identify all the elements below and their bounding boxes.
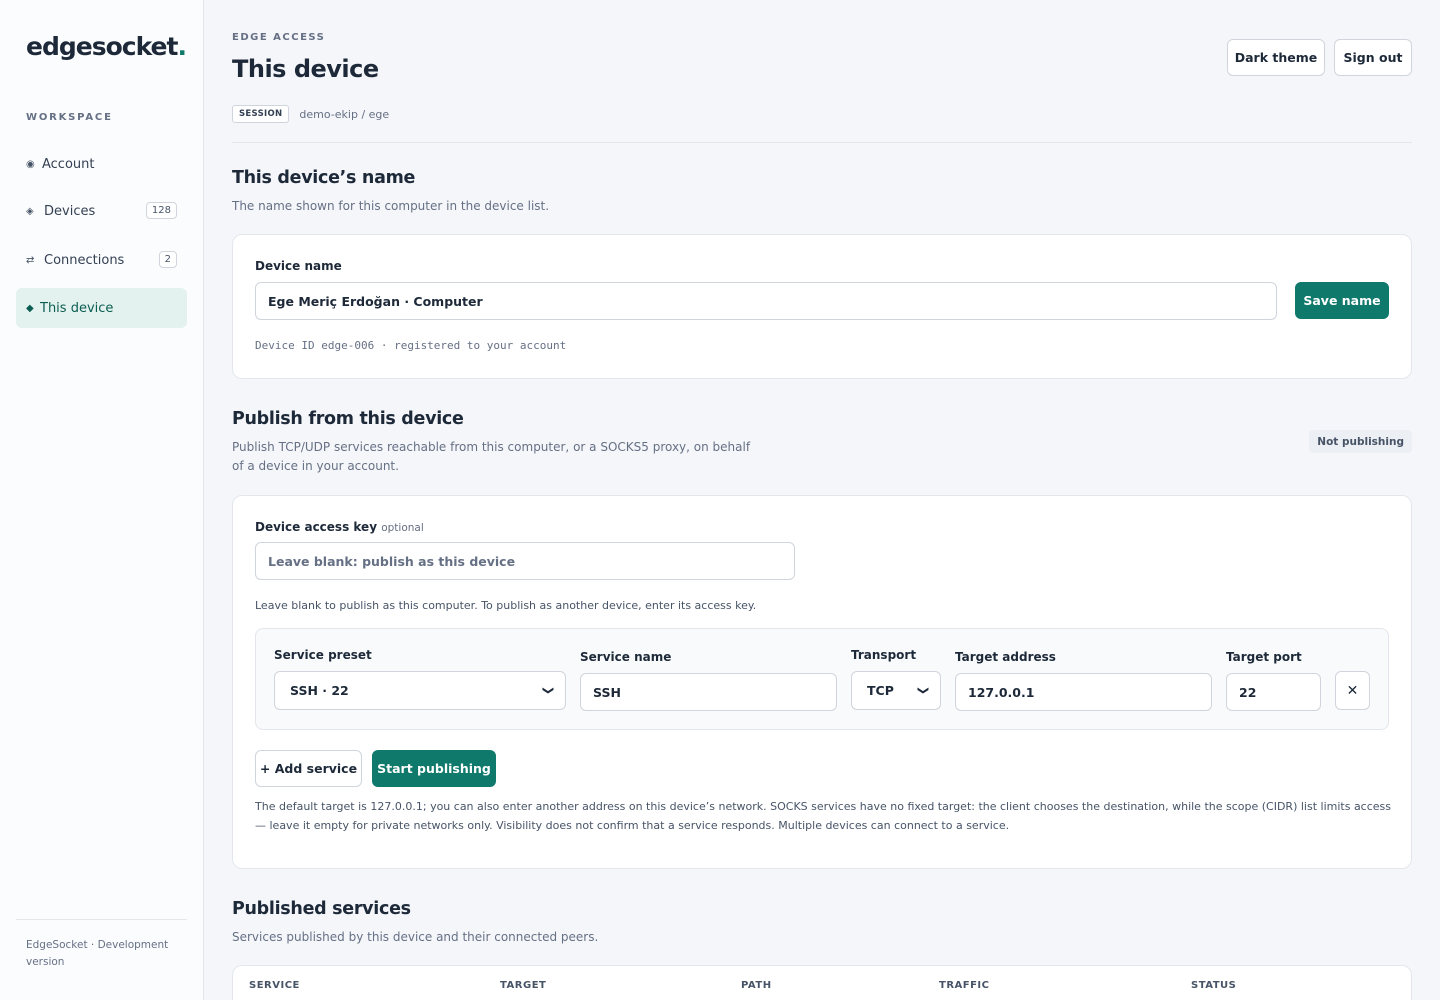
this-device-icon: ◆ xyxy=(26,302,34,314)
publish-card: Device access key optional Leave blank t… xyxy=(232,495,1412,869)
target-port-input[interactable] xyxy=(1226,673,1321,711)
device-name-input[interactable] xyxy=(255,282,1277,320)
start-publishing-button[interactable]: Start publishing xyxy=(372,750,496,787)
breadcrumb-eyebrow: EDGE ACCESS xyxy=(232,32,326,43)
service-preset-label: Service preset xyxy=(274,648,372,662)
target-address-input[interactable] xyxy=(955,673,1212,711)
sidebar-divider xyxy=(16,919,187,920)
publish-section-title: Publish from this device xyxy=(232,409,464,429)
chevron-down-icon: ❯ xyxy=(916,685,930,696)
column-header-path[interactable]: PATH xyxy=(741,980,772,991)
device-name-card: Device name Save name Device ID edge-006… xyxy=(232,234,1412,379)
publish-section-description: Publish TCP/UDP services reachable from … xyxy=(232,440,751,473)
header-divider xyxy=(232,142,1412,143)
page-title: This device xyxy=(232,55,379,83)
column-header-traffic[interactable]: TRAFFIC xyxy=(939,980,989,991)
account-icon: ◉ xyxy=(26,158,35,170)
column-header-service[interactable]: SERVICE xyxy=(249,980,300,991)
sidebar-item-label: Account xyxy=(42,156,95,172)
sidebar-item-this-device[interactable]: ◆ This device xyxy=(16,288,187,328)
device-name-section-title: This device’s name xyxy=(232,168,416,188)
sidebar-item-devices[interactable]: ◈ Devices 128 xyxy=(16,191,187,231)
publishing-status-badge: Not publishing xyxy=(1309,430,1412,453)
devices-count-badge: 128 xyxy=(145,202,177,219)
session-path: demo-ekip / ege xyxy=(299,107,390,121)
service-preset-select[interactable]: SSH · 22 ❯ xyxy=(274,671,566,710)
published-services-description: Services published by this device and th… xyxy=(232,930,599,944)
connections-icon: ⇄ xyxy=(26,254,35,266)
service-preset-value: SSH · 22 xyxy=(290,683,349,698)
device-name-label: Device name xyxy=(255,259,342,273)
remove-service-button[interactable]: ✕ xyxy=(1335,671,1370,710)
devices-icon: ◈ xyxy=(26,205,34,217)
sidebar-item-label: This device xyxy=(40,300,114,316)
transport-value: TCP xyxy=(867,683,894,698)
logo-dot: . xyxy=(177,32,186,61)
access-key-help: Leave blank to publish as this computer.… xyxy=(255,599,757,612)
column-header-status[interactable]: STATUS xyxy=(1191,980,1236,991)
sidebar-item-connections[interactable]: ⇄ Connections 2 xyxy=(16,240,187,280)
column-header-target[interactable]: TARGET xyxy=(500,980,546,991)
sidebar: edgesocket. WORKSPACE ◉ Account ◈ Device… xyxy=(0,0,204,1000)
workspace-label: WORKSPACE xyxy=(26,112,113,123)
device-id-note: Device ID edge-006 · registered to your … xyxy=(255,339,567,352)
sidebar-item-account[interactable]: ◉ Account xyxy=(16,144,187,184)
session-badge: SESSION xyxy=(232,105,290,123)
published-services-title: Published services xyxy=(232,899,411,919)
app-logo[interactable]: edgesocket. xyxy=(26,32,187,61)
sidebar-item-label: Connections xyxy=(44,252,125,268)
access-key-label: Device access key optional xyxy=(255,520,424,534)
device-name-section-description: The name shown for this computer in the … xyxy=(232,199,550,213)
transport-label: Transport xyxy=(851,648,917,662)
dark-theme-button[interactable]: Dark theme xyxy=(1227,39,1325,76)
transport-select[interactable]: TCP ❯ xyxy=(851,671,941,710)
logo-text: edgesocket xyxy=(26,32,178,61)
target-port-label: Target port xyxy=(1226,650,1302,664)
access-key-input[interactable] xyxy=(255,542,795,580)
chevron-down-icon: ❯ xyxy=(541,685,555,696)
target-address-label: Target address xyxy=(955,650,1056,664)
optional-hint: optional xyxy=(381,522,424,534)
close-icon: ✕ xyxy=(1346,682,1359,699)
service-name-label: Service name xyxy=(580,650,672,664)
save-name-button[interactable]: Save name xyxy=(1295,282,1389,319)
sidebar-item-label: Devices xyxy=(44,203,96,219)
version-footer: EdgeSocket · Development version xyxy=(26,939,169,968)
publish-footnote: The default target is 127.0.0.1; you can… xyxy=(255,800,1392,832)
add-service-button[interactable]: + Add service xyxy=(255,750,362,787)
session-info: SESSION demo-ekip / ege xyxy=(232,105,389,123)
access-key-label-text: Device access key xyxy=(255,520,378,534)
published-services-table: SERVICE TARGET PATH TRAFFIC STATUS xyxy=(232,965,1412,1000)
sign-out-button[interactable]: Sign out xyxy=(1334,39,1412,76)
service-row: Service preset SSH · 22 ❯ Service name T… xyxy=(255,628,1389,730)
connections-count-badge: 2 xyxy=(158,251,177,268)
service-name-input[interactable] xyxy=(580,673,837,711)
